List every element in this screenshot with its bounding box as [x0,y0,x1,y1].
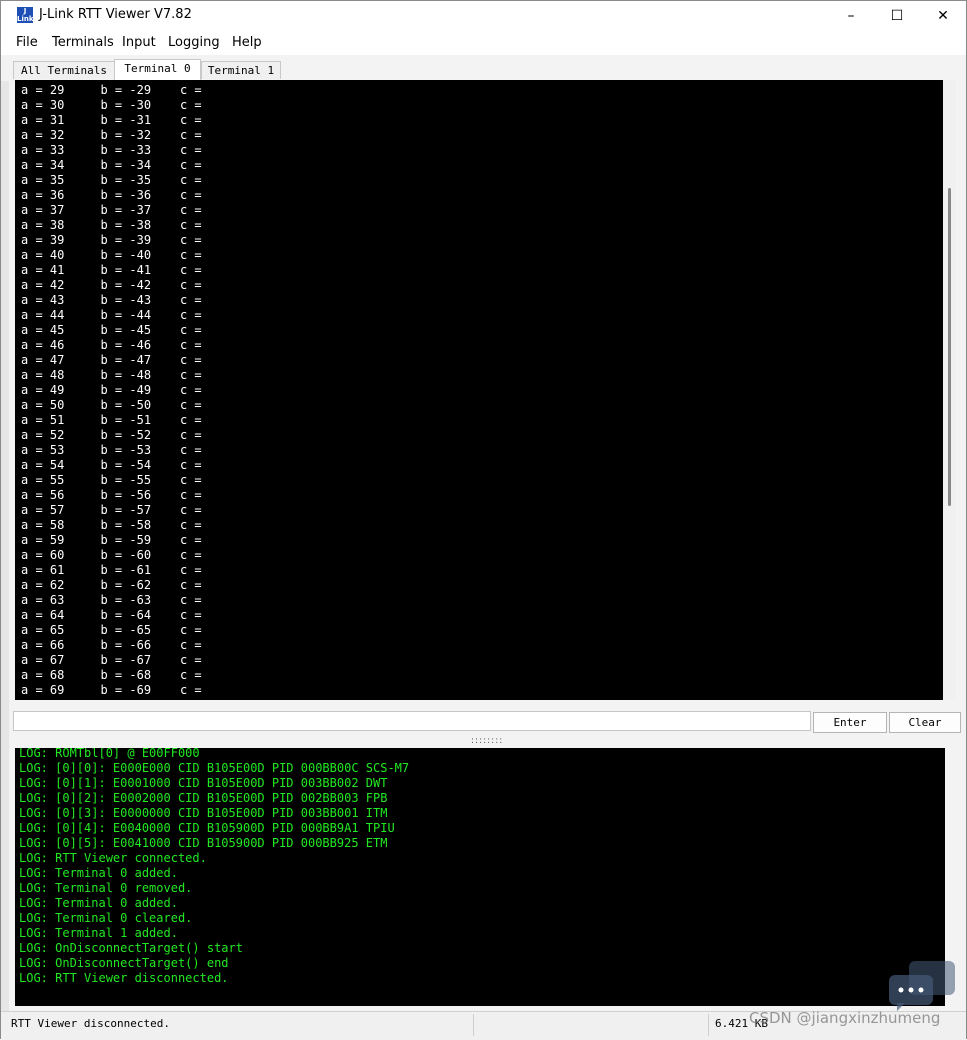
window-title: J-Link RTT Viewer V7.82 [39,7,192,22]
terminal-line: a = 62 b = -62 c = [21,578,202,592]
terminal-line: a = 30 b = -30 c = [21,98,202,112]
terminal-line: a = 60 b = -60 c = [21,548,202,562]
menu-file[interactable]: File [16,35,38,50]
log-line: LOG: [0][0]: E000E000 CID B105E00D PID 0… [19,761,410,775]
terminal-line: a = 39 b = -39 c = [21,233,202,247]
terminal-line: a = 44 b = -44 c = [21,308,202,322]
log-line: LOG: Terminal 1 added. [19,926,178,940]
watermark-text: CSDN @jiangxinzhumeng [749,1009,941,1027]
log-lines: LOG: ROMTbl[0] @ E00FF000 LOG: [0][0]: E0… [19,748,409,986]
terminal-line: a = 40 b = -40 c = [21,248,202,262]
terminal-line: a = 46 b = -46 c = [21,338,202,352]
log-line: LOG: Terminal 0 removed. [19,881,193,895]
log-line: LOG: [0][4]: E0040000 CID B105900D PID 0… [19,821,395,835]
terminal-line: a = 48 b = -48 c = [21,368,202,382]
terminal-output[interactable]: a = 28 b = -28 c =a = 29 b = -29 c =a = … [15,80,943,700]
menu-terminals[interactable]: Terminals [52,35,114,50]
terminal-line: a = 59 b = -59 c = [21,533,202,547]
log-line: LOG: RTT Viewer connected. [19,851,207,865]
log-line: LOG: Terminal 0 added. [19,896,178,910]
status-message: RTT Viewer disconnected. [11,1017,170,1030]
log-line: LOG: RTT Viewer disconnected. [19,971,229,985]
terminal-line: a = 36 b = -36 c = [21,188,202,202]
menu-logging[interactable]: Logging [168,35,220,50]
terminal-line: a = 51 b = -51 c = [21,413,202,427]
window-edge [1,81,9,1011]
log-output[interactable]: LOG: ROMTbl[0] @ E00FF000 LOG: [0][0]: E0… [15,748,945,1006]
status-divider [708,1014,709,1036]
chat-bubble-icon [889,961,955,1011]
terminal-line: a = 56 b = -56 c = [21,488,202,502]
log-line: LOG: [0][5]: E0041000 CID B105900D PID 0… [19,836,388,850]
terminal-line: a = 69 b = -69 c = [21,683,202,697]
tab-terminal-1[interactable]: Terminal 1 [201,61,281,79]
terminal-line: a = 47 b = -47 c = [21,353,202,367]
log-line: LOG: Terminal 0 added. [19,866,178,880]
terminal-line: a = 45 b = -45 c = [21,323,202,337]
terminal-line: a = 50 b = -50 c = [21,398,202,412]
tab-all-terminals[interactable]: All Terminals [13,61,115,79]
title-bar[interactable]: J Link J-Link RTT Viewer V7.82 – ☐ ✕ [1,1,966,31]
terminal-line: a = 32 b = -32 c = [21,128,202,142]
terminal-lines: a = 28 b = -28 c =a = 29 b = -29 c =a = … [21,80,202,698]
terminal-scrollbar[interactable] [943,80,956,700]
log-line: LOG: ROMTbl[0] @ E00FF000 [19,748,200,760]
scrollbar-thumb[interactable] [948,188,951,506]
terminal-line: a = 42 b = -42 c = [21,278,202,292]
close-icon[interactable]: ✕ [920,1,966,31]
terminal-line: a = 65 b = -65 c = [21,623,202,637]
app-window: J Link J-Link RTT Viewer V7.82 – ☐ ✕ Fil… [0,0,967,1040]
splitter-grip[interactable]: :::::::: [471,736,503,746]
terminal-line: a = 31 b = -31 c = [21,113,202,127]
terminal-line: a = 49 b = -49 c = [21,383,202,397]
terminal-line: a = 61 b = -61 c = [21,563,202,577]
maximize-icon[interactable]: ☐ [874,1,920,31]
terminal-line: a = 33 b = -33 c = [21,143,202,157]
terminal-line: a = 37 b = -37 c = [21,203,202,217]
log-line: LOG: [0][2]: E0002000 CID B105E00D PID 0… [19,791,388,805]
log-line: LOG: Terminal 0 cleared. [19,911,193,925]
menu-input[interactable]: Input [122,35,156,50]
terminal-line: a = 34 b = -34 c = [21,158,202,172]
terminal-line: a = 63 b = -63 c = [21,593,202,607]
log-line: LOG: [0][3]: E0000000 CID B105E00D PID 0… [19,806,388,820]
tab-terminal-0[interactable]: Terminal 0 [114,59,201,80]
app-icon: J Link [17,7,34,23]
terminal-input[interactable] [13,711,811,731]
terminal-line: a = 29 b = -29 c = [21,83,202,97]
terminal-line: a = 57 b = -57 c = [21,503,202,517]
log-line: LOG: [0][1]: E0001000 CID B105E00D PID 0… [19,776,388,790]
terminal-line: a = 35 b = -35 c = [21,173,202,187]
terminal-line: a = 43 b = -43 c = [21,293,202,307]
terminal-line: a = 64 b = -64 c = [21,608,202,622]
terminal-line: a = 38 b = -38 c = [21,218,202,232]
log-line: LOG: OnDisconnectTarget() end [19,956,229,970]
terminal-line: a = 41 b = -41 c = [21,263,202,277]
terminal-line: a = 67 b = -67 c = [21,653,202,667]
terminal-line: a = 66 b = -66 c = [21,638,202,652]
menu-bar: File Terminals Input Logging Help [1,31,966,55]
terminal-line: a = 55 b = -55 c = [21,473,202,487]
menu-help[interactable]: Help [232,35,262,50]
terminal-line: a = 58 b = -58 c = [21,518,202,532]
log-line: LOG: OnDisconnectTarget() start [19,941,243,955]
enter-button[interactable]: Enter [813,712,887,733]
status-divider [473,1014,474,1036]
terminal-line: a = 52 b = -52 c = [21,428,202,442]
minimize-icon[interactable]: – [828,1,874,31]
terminal-line: a = 68 b = -68 c = [21,668,202,682]
clear-button[interactable]: Clear [889,712,961,733]
terminal-line: a = 53 b = -53 c = [21,443,202,457]
terminal-line: a = 54 b = -54 c = [21,458,202,472]
